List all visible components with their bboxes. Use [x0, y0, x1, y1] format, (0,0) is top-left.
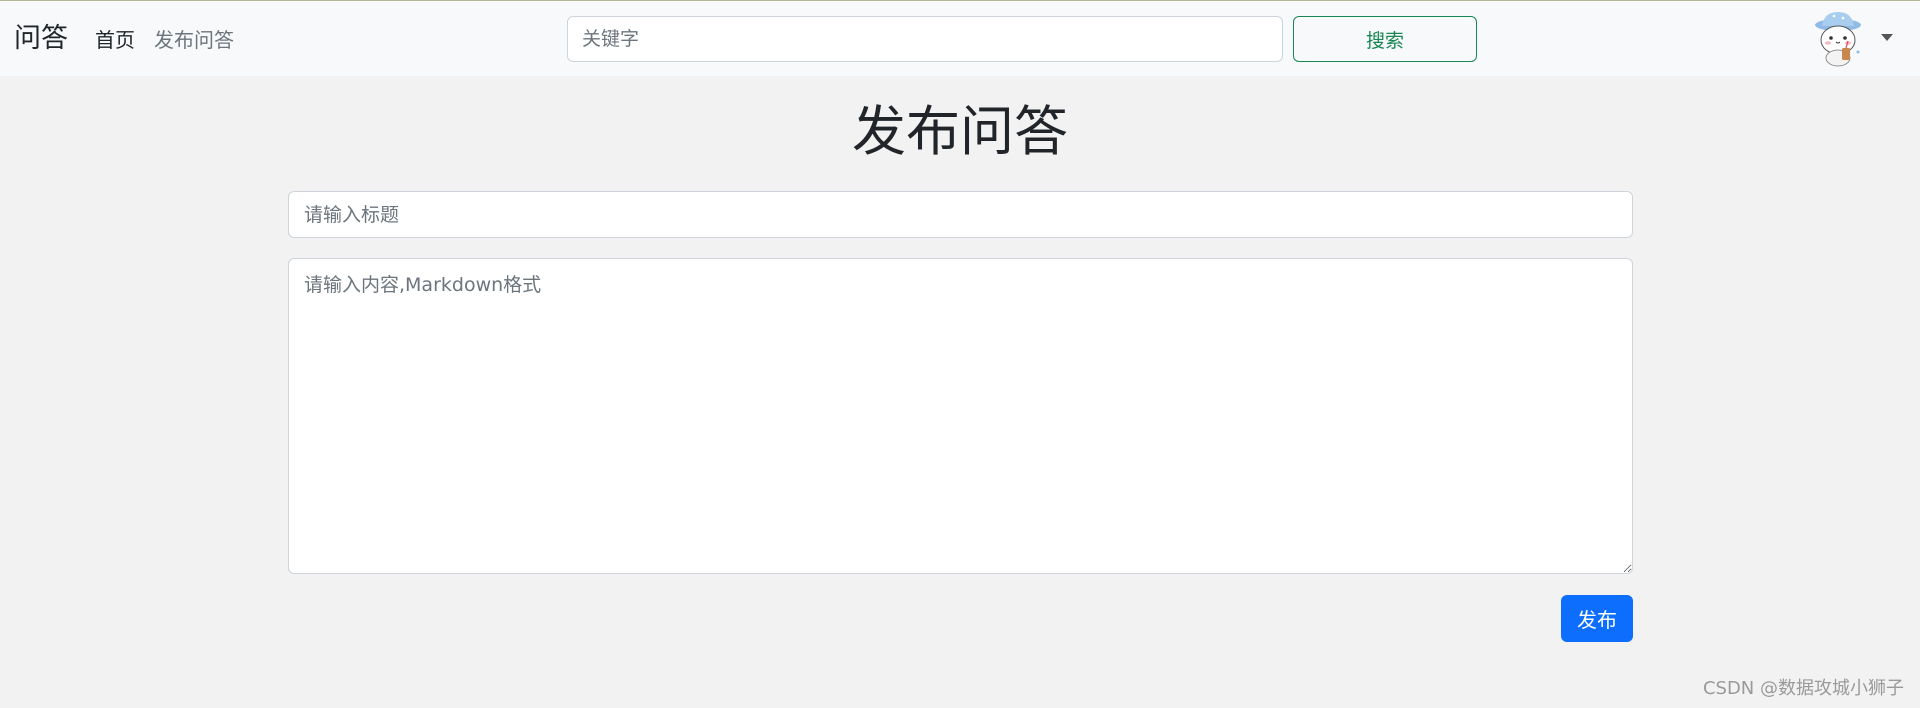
caret-down-icon[interactable] [1881, 34, 1893, 41]
nav-link-publish[interactable]: 发布问答 [154, 26, 234, 54]
avatar[interactable] [1810, 10, 1870, 70]
question-content-field[interactable] [288, 258, 1633, 574]
search-button[interactable]: 搜索 [1293, 16, 1477, 62]
watermark: CSDN @数据攻城小狮子 [1702, 678, 1904, 699]
brand-logo[interactable]: 问答 [14, 21, 68, 57]
nav-link-home[interactable]: 首页 [95, 26, 135, 54]
search-input[interactable] [567, 16, 1283, 62]
publish-button[interactable]: 发布 [1561, 595, 1633, 642]
question-title-field[interactable] [288, 191, 1633, 238]
user-avatar-icon [1815, 12, 1861, 67]
page-title: 发布问答 [852, 100, 1068, 163]
top-navbar: 问答 首页 发布问答 搜索 [0, 0, 1920, 76]
